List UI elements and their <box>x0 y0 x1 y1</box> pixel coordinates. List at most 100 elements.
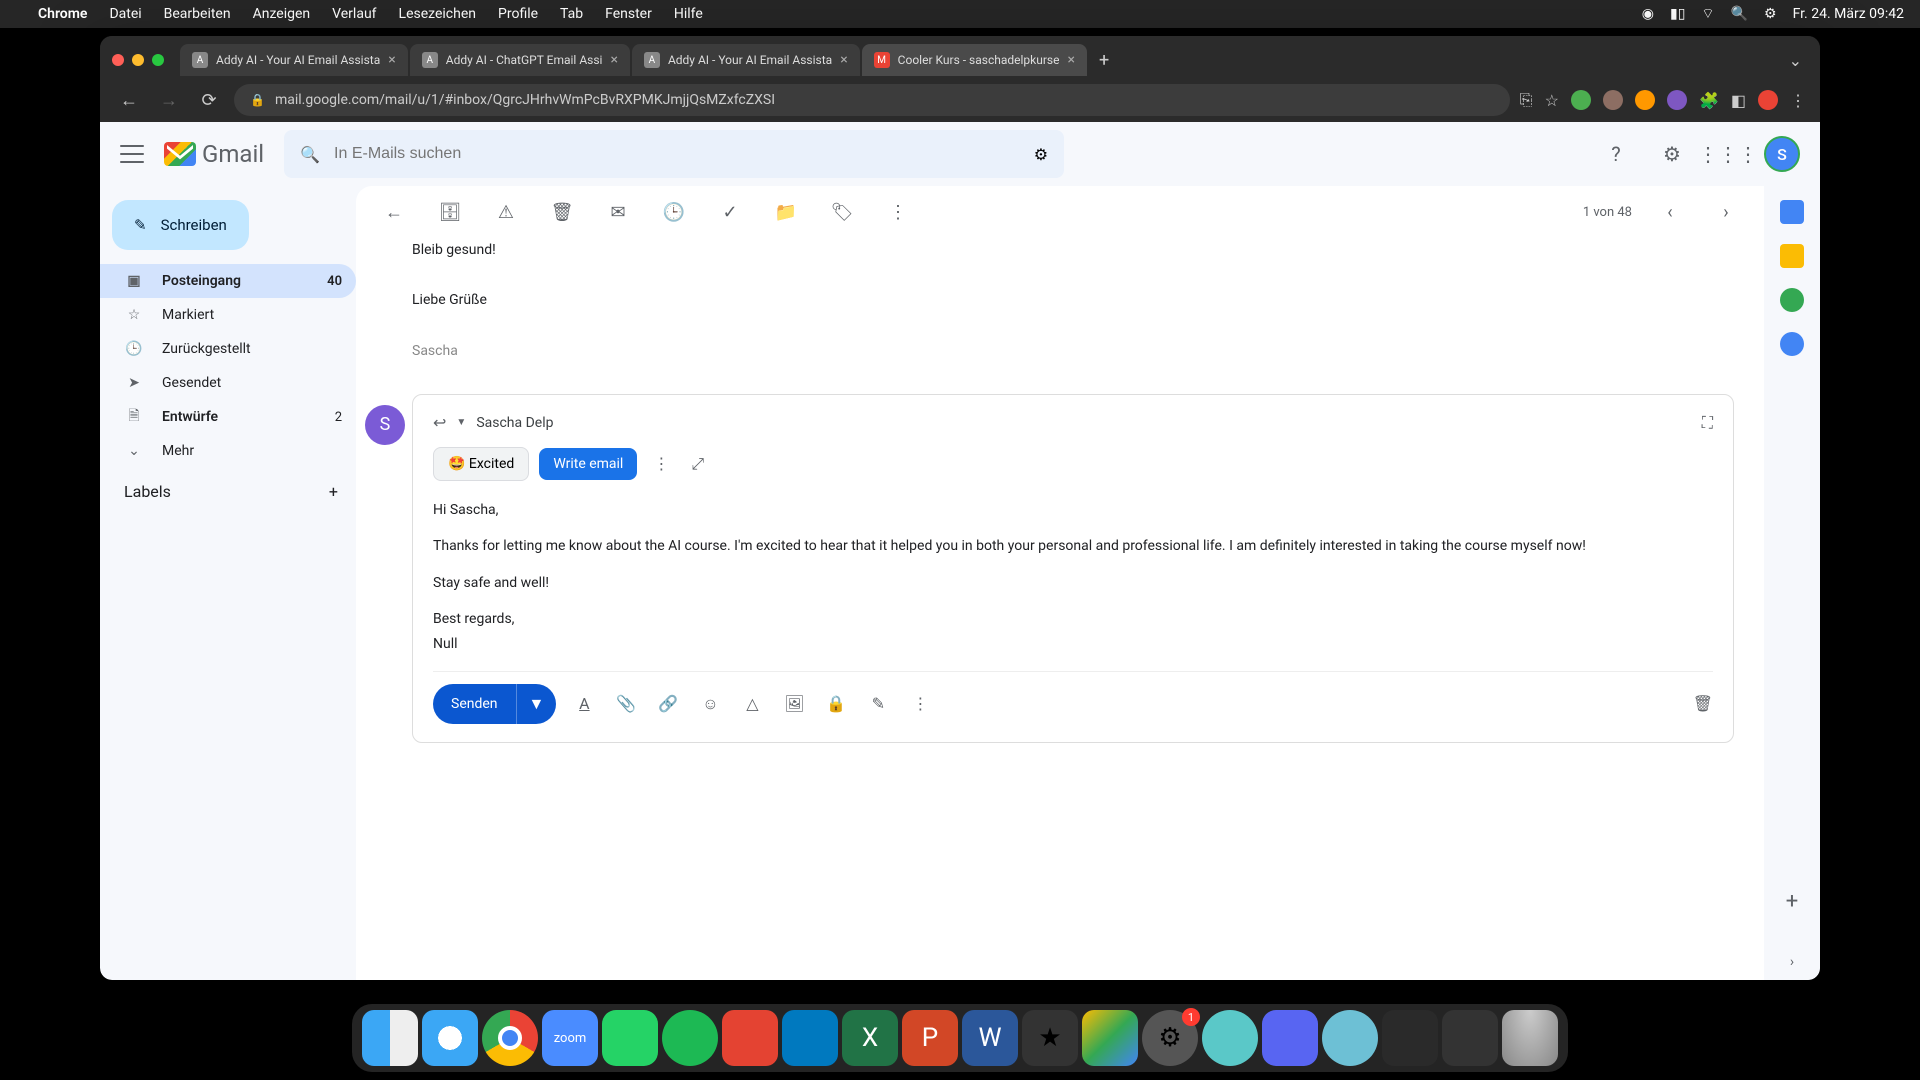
compose-body[interactable]: Hi Sascha, Thanks for letting me know ab… <box>433 499 1713 655</box>
dock-discord[interactable] <box>1262 1010 1318 1066</box>
extension-icon[interactable] <box>1667 90 1687 110</box>
dock-app[interactable] <box>1382 1010 1438 1066</box>
status-battery-icon[interactable]: ▮▯ <box>1670 6 1685 22</box>
new-tab-button[interactable]: + <box>1089 44 1119 77</box>
get-addons-button[interactable]: + <box>1786 889 1798 914</box>
menu-verlauf[interactable]: Verlauf <box>332 6 376 22</box>
sidebar-item-sent[interactable]: ➤ Gesendet <box>100 366 356 400</box>
extension-icon[interactable] <box>1571 90 1591 110</box>
back-button[interactable]: ← <box>114 85 144 115</box>
reply-icon[interactable]: ↩ <box>433 413 446 432</box>
settings-icon[interactable]: ⚙ <box>1652 134 1692 174</box>
archive-button[interactable]: 🗄 <box>432 194 468 230</box>
insert-link-icon[interactable]: 🔗 <box>654 694 682 713</box>
chrome-menu-icon[interactable]: ⋮ <box>1790 91 1806 110</box>
extension-icon[interactable] <box>1603 90 1623 110</box>
next-message-button[interactable]: › <box>1708 194 1744 230</box>
reply-dropdown-icon[interactable]: ▼ <box>456 417 466 428</box>
contacts-addon-icon[interactable] <box>1780 332 1804 356</box>
compose-button[interactable]: ✎ Schreiben <box>112 200 249 250</box>
move-to-button[interactable]: 📁 <box>768 194 804 230</box>
add-to-tasks-button[interactable]: ✓ <box>712 194 748 230</box>
formatting-icon[interactable]: A <box>570 694 598 713</box>
browser-tab-active[interactable]: M Cooler Kurs - saschadelpkurse × <box>862 44 1087 76</box>
dock-drive[interactable] <box>1082 1010 1138 1066</box>
status-search-icon[interactable]: 🔍 <box>1731 6 1748 22</box>
menu-anzeigen[interactable]: Anzeigen <box>253 6 311 22</box>
dock-zoom[interactable]: zoom <box>542 1010 598 1066</box>
status-record-icon[interactable]: ◉ <box>1642 6 1654 22</box>
forward-button[interactable]: → <box>154 85 184 115</box>
more-actions-button[interactable]: ⋮ <box>880 194 916 230</box>
mark-unread-button[interactable]: ✉ <box>600 194 636 230</box>
dock-trash[interactable] <box>1502 1010 1558 1066</box>
sidebar-item-snoozed[interactable]: 🕒 Zurückgestellt <box>100 332 356 366</box>
insert-emoji-icon[interactable]: ☺ <box>696 694 724 714</box>
add-label-button[interactable]: + <box>329 482 338 501</box>
labels-button[interactable]: 🏷 <box>824 194 860 230</box>
snooze-button[interactable]: 🕒 <box>656 194 692 230</box>
menu-bearbeiten[interactable]: Bearbeiten <box>164 6 231 22</box>
profile-avatar-icon[interactable] <box>1758 90 1778 110</box>
dock-todoist[interactable] <box>722 1010 778 1066</box>
main-menu-button[interactable] <box>120 145 144 163</box>
insert-drive-icon[interactable]: △ <box>738 694 766 713</box>
sidebar-item-inbox[interactable]: ▣ Posteingang 40 <box>100 264 356 298</box>
prev-message-button[interactable]: ‹ <box>1652 194 1688 230</box>
dock-whatsapp[interactable] <box>602 1010 658 1066</box>
browser-tab[interactable]: A Addy AI - Your AI Email Assista × <box>180 44 408 76</box>
search-options-icon[interactable]: ⚙ <box>1034 145 1048 164</box>
search-box[interactable]: 🔍 ⚙ <box>284 130 1064 178</box>
ai-more-icon[interactable]: ⋮ <box>647 448 675 479</box>
dock-finder[interactable] <box>362 1010 418 1066</box>
excited-chip[interactable]: 🤩 Excited <box>433 447 529 481</box>
apps-grid-icon[interactable]: ⋮⋮⋮ <box>1708 134 1748 174</box>
extensions-icon[interactable]: 🧩 <box>1699 91 1719 110</box>
dock-app[interactable] <box>1202 1010 1258 1066</box>
search-icon[interactable]: 🔍 <box>300 145 320 164</box>
tab-close-icon[interactable]: × <box>610 52 617 68</box>
close-window-button[interactable] <box>112 54 124 66</box>
account-avatar[interactable]: S <box>1764 136 1800 172</box>
browser-tab[interactable]: A Addy AI - Your AI Email Assista × <box>632 44 860 76</box>
menu-datei[interactable]: Datei <box>109 6 141 22</box>
confidential-mode-icon[interactable]: 🔒 <box>822 694 850 713</box>
send-button[interactable]: Senden ▼ <box>433 684 556 724</box>
menu-hilfe[interactable]: Hilfe <box>674 6 703 22</box>
gmail-logo[interactable]: Gmail <box>164 140 264 168</box>
browser-tab[interactable]: A Addy AI - ChatGPT Email Assi × <box>410 44 630 76</box>
search-input[interactable] <box>334 145 1020 163</box>
bookmark-star-icon[interactable]: ☆ <box>1545 91 1559 110</box>
dock-app[interactable] <box>1442 1010 1498 1066</box>
support-icon[interactable]: ? <box>1596 134 1636 174</box>
dock-powerpoint[interactable]: P <box>902 1010 958 1066</box>
menubar-app-name[interactable]: Chrome <box>38 6 87 22</box>
delete-button[interactable]: 🗑 <box>544 194 580 230</box>
attach-file-icon[interactable]: 📎 <box>612 694 640 713</box>
keep-addon-icon[interactable] <box>1780 244 1804 268</box>
sidebar-item-more[interactable]: ⌄ Mehr <box>100 434 356 468</box>
tab-close-icon[interactable]: × <box>1067 52 1074 68</box>
sidebar-item-drafts[interactable]: 🗎 Entwürfe 2 <box>100 400 356 434</box>
sidebar-item-starred[interactable]: ☆ Markiert <box>100 298 356 332</box>
tabs-dropdown-icon[interactable]: ⌄ <box>1783 45 1808 76</box>
dock-word[interactable]: W <box>962 1010 1018 1066</box>
dock-spotify[interactable] <box>662 1010 718 1066</box>
back-to-inbox-button[interactable]: ← <box>376 194 412 230</box>
dock-system-preferences[interactable]: ⚙ <box>1142 1010 1198 1066</box>
url-field[interactable]: 🔒 mail.google.com/mail/u/1/#inbox/QgrcJH… <box>234 84 1510 116</box>
tab-close-icon[interactable]: × <box>840 52 847 68</box>
dock-safari[interactable] <box>422 1010 478 1066</box>
insert-photo-icon[interactable]: 🖼 <box>780 694 808 713</box>
insert-signature-icon[interactable]: ✎ <box>864 694 892 713</box>
extension-icon[interactable] <box>1635 90 1655 110</box>
calendar-addon-icon[interactable] <box>1780 200 1804 224</box>
popout-icon[interactable]: ⛶ <box>1702 413 1713 433</box>
status-wifi-icon[interactable]: ⌔ <box>1701 5 1714 23</box>
maximize-window-button[interactable] <box>152 54 164 66</box>
minimize-window-button[interactable] <box>132 54 144 66</box>
menu-profile[interactable]: Profile <box>498 6 538 22</box>
menu-fenster[interactable]: Fenster <box>605 6 652 22</box>
ai-expand-icon[interactable]: ⤢ <box>685 448 710 480</box>
report-spam-button[interactable]: ⚠ <box>488 194 524 230</box>
